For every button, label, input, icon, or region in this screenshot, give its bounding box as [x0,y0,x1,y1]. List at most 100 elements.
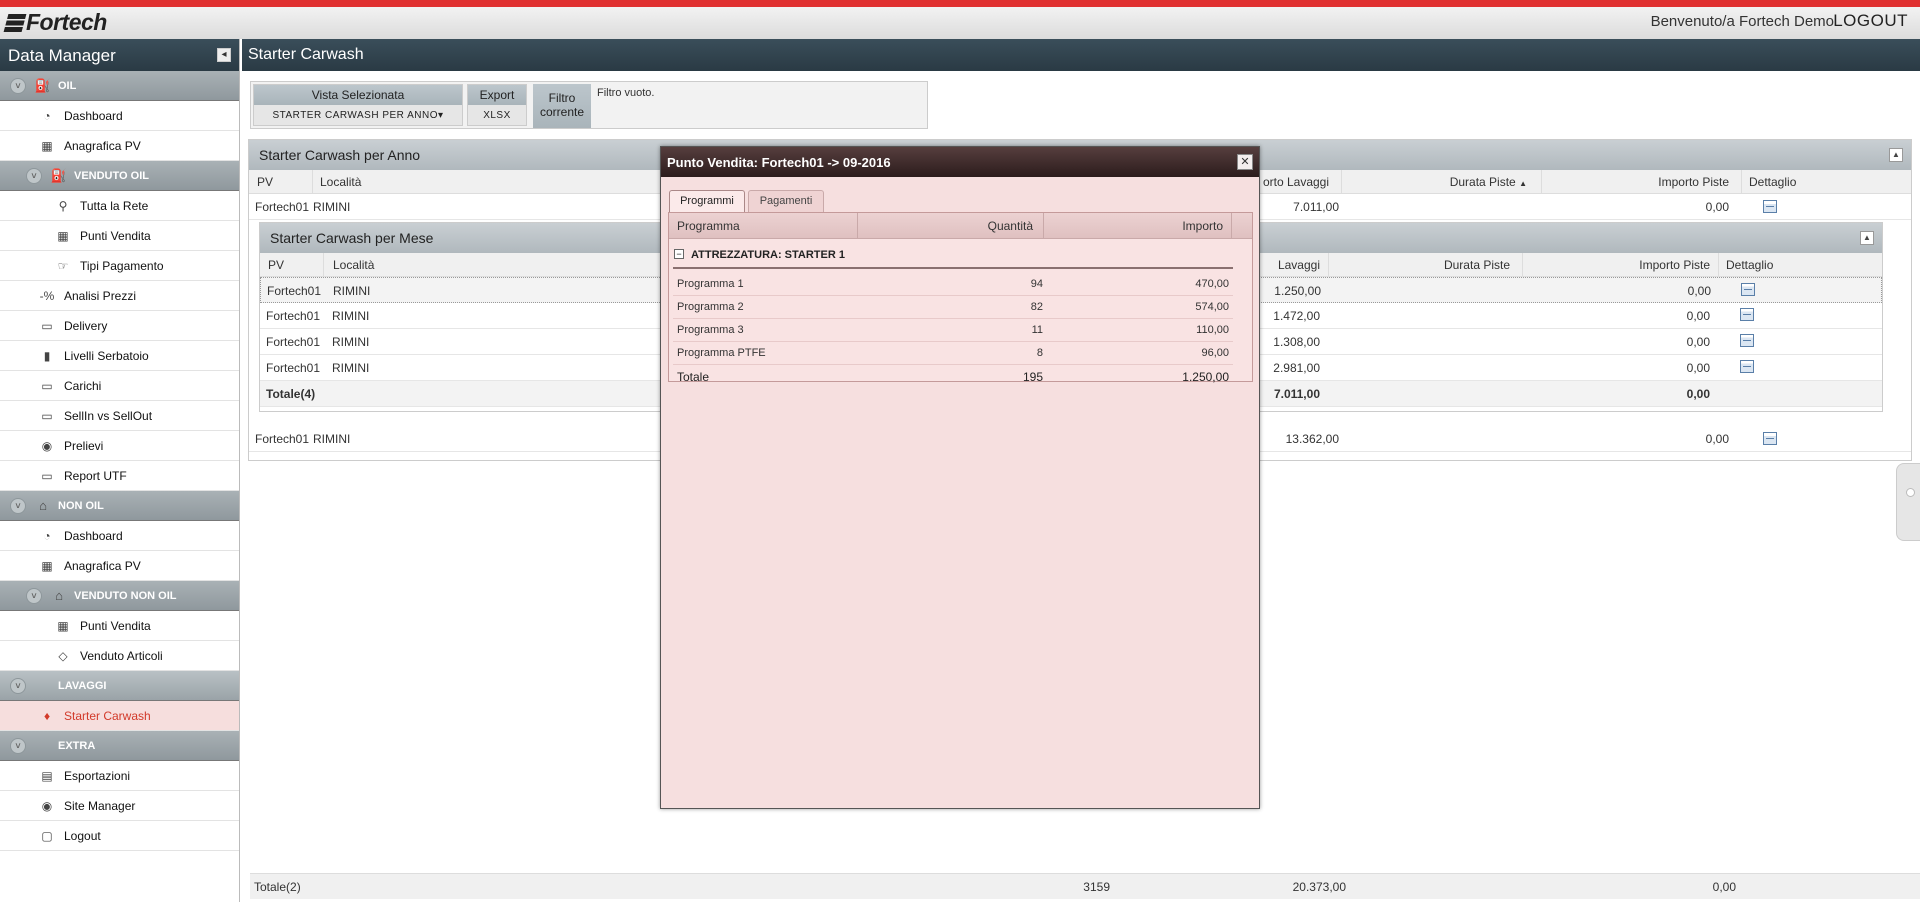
sidebar-item-logout[interactable]: ▢ Logout [0,821,239,851]
col-programma[interactable]: Programma [677,219,740,233]
sidebar-item-oil-dashboard[interactable]: ◔ Dashboard [0,101,239,131]
dialog-title-bar: Punto Vendita: Fortech01 -> 09-2016 ✕ [661,147,1259,177]
gauge-icon: ◔ [43,528,51,543]
col-quantita[interactable]: Quantità [865,219,1033,233]
col-localita[interactable]: Località [333,258,374,272]
section-extra-label: EXTRA [58,739,96,752]
fuel-pump-icon: ⛽ [50,167,68,183]
gauge-icon: ◔ [43,108,51,123]
dropdown-arrow-icon: ▾ [438,110,444,121]
section-lavaggi[interactable]: ˅ LAVAGGI [0,671,239,701]
sidebar-item-oil-anagrafica[interactable]: ▦ Anagrafica PV [0,131,239,161]
sidebar-title: Data Manager [8,46,116,65]
sidebar-item-delivery[interactable]: ▭ Delivery [0,311,239,341]
detail-icon[interactable] [1740,308,1754,321]
programmi-grid-header: Programma Quantità Importo [669,213,1252,239]
programmi-grid: Programma Quantità Importo − ATTREZZATUR… [668,212,1253,384]
sidebar-item-sellin-sellout[interactable]: ▭ SellIn vs SellOut [0,401,239,431]
sidebar-item-prelievi[interactable]: ◉ Prelievi [0,431,239,461]
eye-icon: ◉ [41,438,53,453]
anno-panel-title: Starter Carwash per Anno [259,147,421,163]
sidebar-item-site-manager[interactable]: ◉ Site Manager [0,791,239,821]
detail-icon[interactable] [1741,283,1755,296]
col-pv[interactable]: PV [268,258,284,272]
collapse-sidebar-icon[interactable]: ◂ [217,48,231,62]
detail-icon[interactable] [1740,334,1754,347]
table-row[interactable]: Programma 3 11 110,00 [673,319,1233,342]
fortech-logo: Fortech [3,9,107,36]
sidebar: Data Manager ◂ ˅ ⛽ OIL ◔ Dashboard ▦ Ana… [0,39,240,902]
section-non-oil-label: NON OIL [58,499,104,512]
sidebar-item-analisi-prezzi[interactable]: -% Analisi Prezzi [0,281,239,311]
table-row[interactable]: Programma PTFE 8 96,00 [673,342,1233,365]
table-icon: ▦ [41,558,53,573]
table-row[interactable]: Programma 1 94 470,00 [673,273,1233,296]
sidebar-item-label: Starter Carwash [64,708,151,723]
sidebar-item-label: Esportazioni [64,768,131,783]
sidebar-item-nonoil-dashboard[interactable]: ◔ Dashboard [0,521,239,551]
side-panel-handle[interactable] [1896,463,1920,541]
section-venduto-non-oil[interactable]: ˅ ⌂ VENDUTO NON OIL [0,581,239,611]
sidebar-item-label: Punti Vendita [80,618,151,633]
logo-text: Fortech [26,9,107,35]
sidebar-item-label: Carichi [64,378,102,393]
col-dettaglio[interactable]: Dettaglio [1726,258,1773,272]
close-icon[interactable]: ✕ [1237,154,1253,170]
col-importo-piste[interactable]: Importo Piste [1549,175,1729,189]
filtro-corrente-label: Filtro corrente [533,84,591,128]
col-localita[interactable]: Località [320,175,361,189]
group-row-attrezzatura: − ATTREZZATURA: STARTER 1 [673,243,1233,269]
collapse-group-icon[interactable]: − [674,249,684,259]
tab-pagamenti[interactable]: Pagamenti [748,190,824,212]
percent-icon: -% [39,288,55,303]
mese-panel-title: Starter Carwash per Mese [270,230,434,246]
sidebar-item-nonoil-punti-vendita[interactable]: ▦ Punti Vendita [0,611,239,641]
collapse-up-icon[interactable]: ▲ [1860,231,1874,245]
sidebar-item-label: Delivery [64,318,108,333]
export-icon: ▤ [41,768,53,783]
sidebar-item-tipi-pagamento[interactable]: ☞ Tipi Pagamento [0,251,239,281]
programmi-total-row: Totale 195 1.250,00 [677,370,1229,384]
col-importo[interactable]: Importo [1051,219,1223,233]
truck-icon: ▭ [41,378,53,393]
sidebar-item-tutta-la-rete[interactable]: ⚲ Tutta la Rete [0,191,239,221]
sidebar-item-label: Dashboard [64,108,123,123]
col-dettaglio[interactable]: Dettaglio [1749,175,1796,189]
export-xlsx-button[interactable]: XLSX [468,105,526,127]
chevron-down-icon: ˅ [10,677,26,694]
sidebar-item-livelli-serbatoio[interactable]: ▮ Livelli Serbatoio [0,341,239,371]
col-importo-piste[interactable]: Importo Piste [1530,258,1710,272]
col-pv[interactable]: PV [257,175,273,189]
water-drops-icon: ♦ [43,708,51,723]
sort-asc-icon: ▲ [1519,179,1527,188]
tab-programmi[interactable]: Programmi [669,190,745,212]
sidebar-header: Data Manager ◂ [0,39,239,71]
vista-dropdown[interactable]: STARTER CARWASH PER ANNO▾ [254,105,462,127]
sidebar-item-nonoil-anagrafica[interactable]: ▦ Anagrafica PV [0,551,239,581]
logout-link[interactable]: LOGOUT [1833,11,1908,31]
section-non-oil[interactable]: ˅ ⌂ NON OIL [0,491,239,521]
sidebar-item-report-utf[interactable]: ▭ Report UTF [0,461,239,491]
section-lavaggi-label: LAVAGGI [58,679,107,692]
detail-icon[interactable] [1763,432,1777,445]
sidebar-item-label: Dashboard [64,528,123,543]
sidebar-item-label: SellIn vs SellOut [64,408,153,423]
table-row[interactable]: Programma 2 82 574,00 [673,296,1233,319]
basket-icon: ⌂ [55,588,63,603]
col-durata-piste[interactable]: Durata Piste ▲ [1351,175,1527,189]
sidebar-item-carichi[interactable]: ▭ Carichi [0,371,239,401]
hand-payment-icon: ☞ [57,258,69,273]
sidebar-item-punti-vendita[interactable]: ▦ Punti Vendita [0,221,239,251]
detail-icon[interactable] [1763,200,1777,213]
sidebar-item-starter-carwash[interactable]: ♦ Starter Carwash [0,701,239,731]
col-durata-piste[interactable]: Durata Piste [1336,258,1510,272]
detail-icon[interactable] [1740,360,1754,373]
eye-icon: ◉ [41,798,53,813]
collapse-up-icon[interactable]: ▲ [1889,148,1903,162]
table-icon: ▦ [57,228,69,243]
sidebar-item-esportazioni[interactable]: ▤ Esportazioni [0,761,239,791]
sidebar-item-venduto-articoli[interactable]: ◇ Venduto Articoli [0,641,239,671]
section-venduto-oil[interactable]: ˅ ⛽ VENDUTO OIL [0,161,239,191]
section-extra[interactable]: ˅ EXTRA [0,731,239,761]
section-oil[interactable]: ˅ ⛽ OIL [0,71,239,101]
